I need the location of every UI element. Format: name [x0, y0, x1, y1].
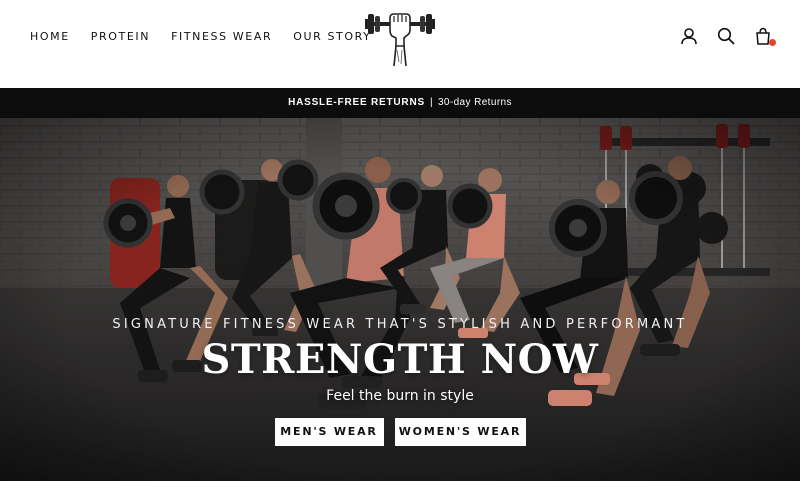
hero-content: SIGNATURE FITNESS WEAR THAT'S STYLISH AN…: [0, 118, 800, 481]
womens-wear-button[interactable]: WOMEN'S WEAR: [394, 418, 526, 446]
user-icon: [681, 28, 697, 45]
site-header: HOME PROTEIN FITNESS WEAR OUR STORY: [0, 0, 800, 88]
search-button[interactable]: [717, 27, 735, 45]
nav-our-story[interactable]: OUR STORY: [293, 30, 371, 44]
nav-home[interactable]: HOME: [30, 30, 70, 44]
hero-subline: Feel the burn in style: [326, 388, 474, 404]
cart-count-badge: [769, 39, 776, 46]
cart-button[interactable]: [754, 27, 776, 46]
hero-kicker: SIGNATURE FITNESS WEAR THAT'S STYLISH AN…: [112, 317, 688, 332]
header-actions: [680, 27, 776, 46]
announcement-bold: HASSLE-FREE RETURNS: [288, 97, 425, 108]
nav-fitness-wear[interactable]: FITNESS WEAR: [171, 30, 272, 44]
announcement-bar: HASSLE-FREE RETURNS | 30-day Returns: [0, 88, 800, 118]
account-button[interactable]: [680, 27, 698, 45]
hero-buttons: MEN'S WEAR WOMEN'S WEAR: [0, 418, 800, 446]
nav-protein[interactable]: PROTEIN: [91, 30, 150, 44]
hero-banner: SIGNATURE FITNESS WEAR THAT'S STYLISH AN…: [0, 118, 800, 481]
hero-headline: STRENGTH NOW: [201, 336, 599, 383]
main-nav: HOME PROTEIN FITNESS WEAR OUR STORY: [30, 30, 392, 44]
fist-dumbbell-icon: [365, 13, 435, 67]
mens-wear-button[interactable]: MEN'S WEAR: [274, 418, 384, 446]
announcement-separator: |: [429, 97, 433, 108]
announcement-text: 30-day Returns: [437, 97, 512, 108]
search-icon: [717, 27, 735, 45]
brand-logo[interactable]: [364, 6, 436, 68]
